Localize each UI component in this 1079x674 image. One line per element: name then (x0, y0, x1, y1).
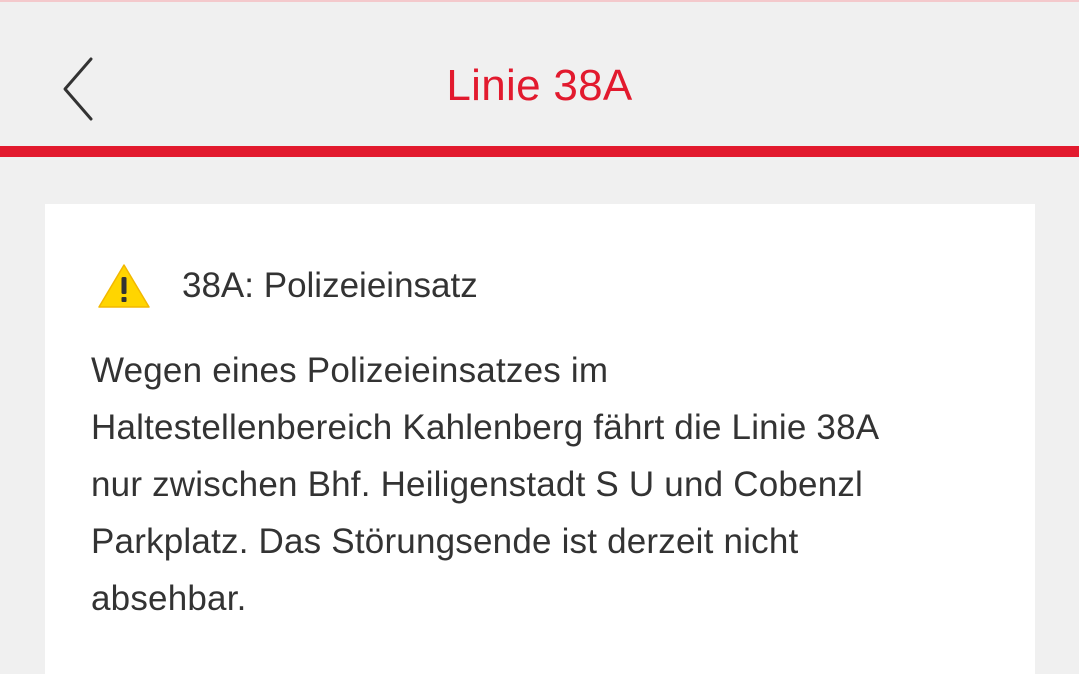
app-header: Linie 38A (0, 0, 1079, 146)
disruption-heading: 38A: Polizeieinsatz (97, 262, 478, 310)
header-divider (0, 146, 1079, 157)
warning-icon (98, 264, 150, 308)
description-line: nur zwischen Bhf. Heiligenstadt S U und … (91, 465, 864, 504)
description-line: Wegen eines Polizeieinsatzes im (91, 351, 609, 390)
disruption-card: 38A: Polizeieinsatz Wegen eines Polizeie… (45, 204, 1035, 674)
disruption-description: Wegen eines Polizeieinsatzes im Halteste… (91, 342, 1011, 627)
page-title: Linie 38A (446, 61, 633, 110)
description-line: Haltestellenbereich Kahlenberg fährt die… (91, 408, 880, 447)
description-line: Parkplatz. Das Störungsende ist derzeit … (91, 522, 799, 561)
disruption-title: 38A: Polizeieinsatz (182, 266, 478, 305)
description-line: absehbar. (91, 579, 247, 618)
